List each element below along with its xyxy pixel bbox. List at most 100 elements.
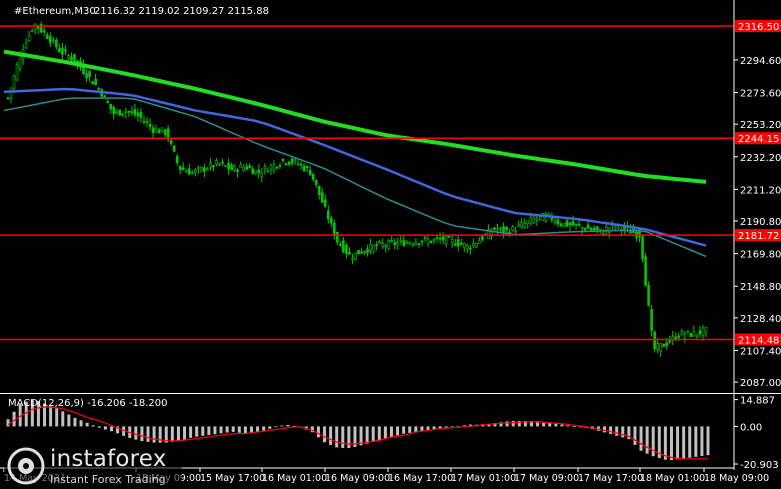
level-label: 2316.50 (738, 22, 779, 33)
candle-body (326, 210, 330, 220)
x-tick-label: 17 May 17:00 (578, 473, 643, 484)
candle-body (429, 240, 433, 243)
x-tick-label: 17 May 09:00 (514, 473, 579, 484)
candle-body (414, 241, 418, 245)
candle-body (269, 165, 273, 170)
candle-body (24, 43, 28, 49)
candle-body (112, 106, 116, 115)
macd-bar (286, 424, 290, 427)
candle-body (556, 219, 560, 225)
candle-body (97, 88, 100, 90)
macd-bar (505, 421, 509, 427)
candle-body (695, 334, 699, 337)
candle-body (109, 104, 113, 110)
candle-body (85, 73, 88, 79)
y-tick-label: 2190.80 (740, 217, 781, 228)
macd-bar (79, 420, 83, 427)
candle-body (6, 97, 10, 100)
macd-bar (170, 426, 174, 442)
candle-body (444, 236, 448, 244)
candle-body (151, 127, 155, 133)
candle-body (562, 222, 566, 227)
macd-bar (49, 406, 53, 427)
candle-body (157, 129, 161, 134)
candle-body (293, 159, 297, 161)
candle-body (360, 251, 363, 254)
candle-body (408, 242, 412, 245)
macd-bar (639, 426, 643, 451)
candle-body (372, 244, 375, 252)
candle-body (499, 227, 502, 229)
candle-body (12, 75, 16, 89)
candle-body (330, 218, 333, 223)
macd-bar (225, 426, 229, 433)
y-tick-label: 2087.00 (740, 378, 781, 389)
candle-body (553, 221, 557, 224)
chart-header-symbol: #Ethereum,M30 (14, 6, 96, 17)
macd-bar (335, 426, 339, 448)
candle-body (163, 129, 167, 135)
candle-body (665, 342, 669, 347)
candle-body (272, 164, 276, 170)
x-tick-label: 16 May 09:00 (325, 473, 390, 484)
candle-body (221, 161, 224, 164)
candle-body (133, 109, 137, 116)
candle-body (420, 240, 424, 243)
candle-body (381, 243, 384, 248)
macd-bar (396, 426, 400, 436)
candle-body (641, 236, 644, 260)
candle-body (145, 121, 149, 123)
candle-body (357, 249, 360, 255)
candle-body (396, 242, 400, 246)
level-label: 2114.48 (738, 335, 779, 346)
candle-body (653, 331, 656, 349)
candle-body (351, 257, 354, 260)
candle-body (565, 220, 569, 227)
macd-bar (268, 426, 272, 429)
y-tick-label: 2294.60 (740, 56, 781, 67)
candle-body (281, 158, 285, 162)
candle-body (314, 179, 318, 185)
candle-body (411, 243, 415, 246)
macd-bar (201, 426, 205, 436)
candle-body (290, 158, 294, 164)
candle-body (532, 218, 536, 224)
candle-body (475, 243, 478, 248)
macd-bar (6, 419, 10, 427)
x-tick-label: 15 May 17:00 (200, 473, 265, 484)
candle-body (577, 223, 581, 226)
candle-body (323, 199, 327, 207)
macd-bar (91, 425, 95, 427)
candle-body (197, 167, 200, 169)
candle-body (583, 228, 587, 231)
macd-bar (700, 426, 704, 457)
candle-body (206, 168, 209, 171)
macd-bar (134, 426, 138, 440)
x-tick-label: 17 May 01:00 (451, 473, 516, 484)
candle-body (450, 239, 454, 243)
price-chart: 2316.50 2244.15 2181.72 2114.48 2294.60 2273.… (0, 0, 781, 489)
candle-body (218, 162, 221, 165)
candle-body (614, 225, 617, 229)
candle-body (650, 309, 653, 332)
candle-body (15, 64, 19, 81)
candle-body (686, 330, 690, 333)
candle-body (659, 343, 662, 352)
candle-body (27, 34, 31, 41)
candle-body (502, 226, 505, 233)
macd-y-tick-label: -20.903 (740, 460, 779, 471)
candle-body (254, 170, 258, 174)
candle-body (496, 228, 499, 231)
candle-body (52, 39, 55, 41)
candle-body (260, 173, 264, 177)
candle-body (426, 239, 430, 244)
candle-body (559, 223, 563, 227)
candle-body (656, 343, 659, 350)
candle-body (574, 223, 578, 226)
candle-body (592, 227, 596, 231)
candle-body (305, 166, 309, 169)
macd-bar (609, 426, 613, 435)
candle-body (393, 241, 397, 245)
candle-body (375, 244, 378, 246)
level-label: 2181.72 (738, 231, 779, 242)
